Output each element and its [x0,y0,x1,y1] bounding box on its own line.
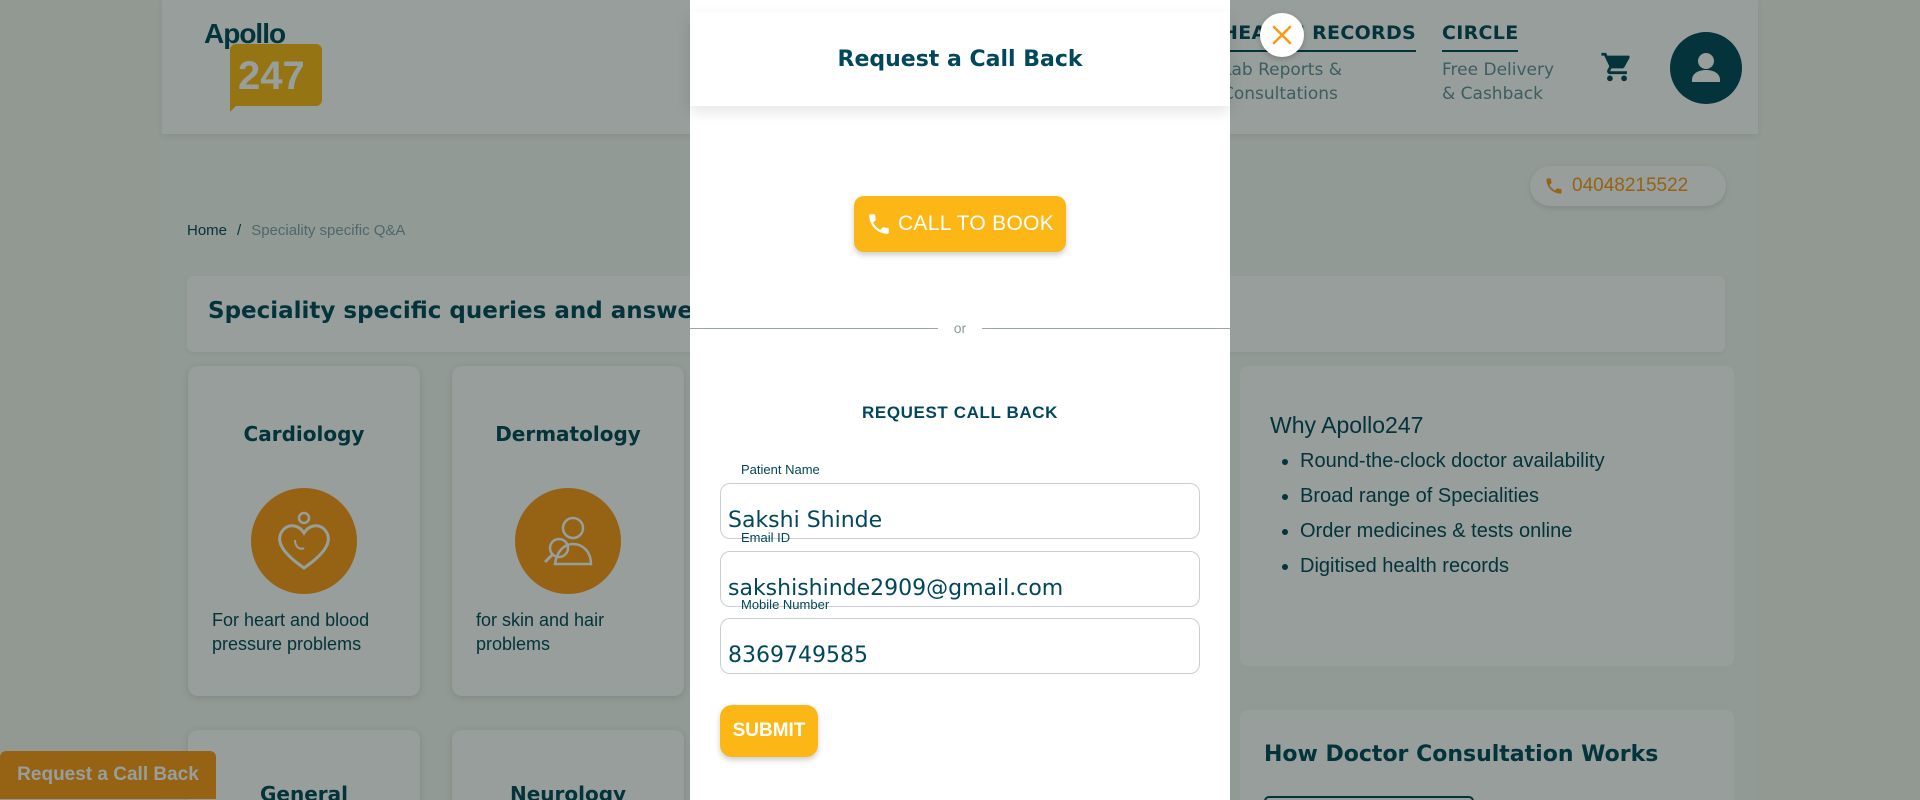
call-to-book-button[interactable]: CALL TO BOOK [854,196,1066,252]
close-icon [1272,25,1292,45]
request-callback-modal: Request a Call Back CALL TO BOOK or REQU… [690,0,1230,800]
form-heading: REQUEST CALL BACK [862,403,1058,422]
mobile-number-input[interactable] [720,618,1200,674]
submit-button[interactable]: SUBMIT [720,705,818,757]
close-modal-button[interactable] [1260,13,1304,57]
call-to-book-label: CALL TO BOOK [897,212,1055,235]
patient-name-label: Patient Name [741,462,820,477]
patient-name-input[interactable] [720,483,1200,539]
mobile-number-label: Mobile Number [741,597,830,612]
modal-header: Request a Call Back [690,12,1230,106]
phone-icon [869,214,889,234]
modal-title: Request a Call Back [837,46,1083,72]
email-label: Email ID [741,530,791,545]
divider-line-right [982,328,1230,329]
